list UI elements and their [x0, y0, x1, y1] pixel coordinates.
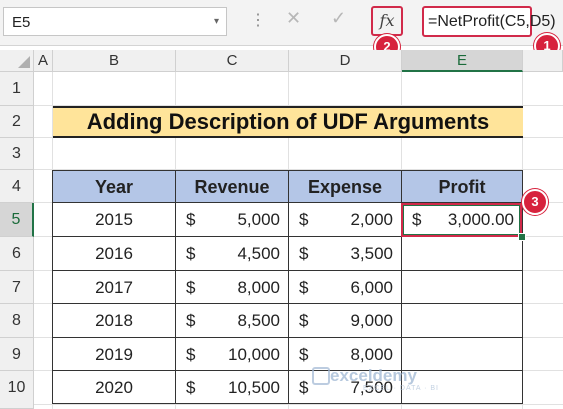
row-header-6[interactable]: 6 — [0, 237, 34, 271]
cell-revenue[interactable]: $4,500 — [176, 237, 289, 271]
row-header-5[interactable]: 5 — [0, 203, 34, 237]
row-header-10[interactable]: 10 — [0, 371, 34, 409]
header-expense[interactable]: Expense — [289, 171, 402, 203]
watermark-logo-icon — [312, 367, 330, 385]
step-badge-3: 3 — [522, 189, 548, 215]
name-box[interactable]: E5 ▾ — [3, 7, 227, 36]
header-profit[interactable]: Profit — [402, 171, 523, 203]
row-header-2[interactable]: 2 — [0, 106, 34, 138]
expense-value: 3,500 — [350, 244, 393, 263]
select-all-button[interactable] — [0, 50, 34, 72]
revenue-value: 4,500 — [237, 244, 280, 263]
revenue-value: 8,500 — [237, 311, 280, 330]
name-box-value: E5 — [12, 14, 31, 31]
revenue-value: 8,000 — [237, 278, 280, 297]
currency-symbol: $ — [299, 210, 309, 229]
cell-year[interactable]: 2018 — [53, 304, 176, 338]
row-header-3[interactable]: 3 — [0, 138, 34, 170]
column-header-b[interactable]: B — [53, 50, 176, 72]
currency-symbol: $ — [186, 345, 196, 364]
cell-revenue[interactable]: $10,500 — [176, 371, 289, 404]
currency-symbol: $ — [299, 278, 309, 297]
row-header-4[interactable]: 4 — [0, 170, 34, 203]
cell-profit[interactable] — [402, 304, 523, 338]
currency-symbol: $ — [186, 244, 196, 263]
currency-symbol: $ — [299, 378, 309, 397]
currency-symbol: $ — [299, 311, 309, 330]
cell-profit[interactable] — [402, 237, 523, 271]
cell-revenue[interactable]: $10,000 — [176, 338, 289, 371]
cell-year[interactable]: 2017 — [53, 271, 176, 304]
cell-expense[interactable]: $2,000 — [289, 203, 402, 237]
currency-symbol: $ — [299, 345, 309, 364]
active-cell-highlight — [401, 203, 522, 237]
header-revenue[interactable]: Revenue — [176, 171, 289, 203]
watermark: exceldemy — [330, 366, 417, 385]
currency-symbol: $ — [186, 378, 196, 397]
drag-handle-icon[interactable]: ⋮ — [250, 10, 266, 30]
enter-icon[interactable]: ✓ — [331, 8, 346, 29]
formula-input[interactable]: =NetProfit(C5,D5) — [422, 6, 556, 37]
insert-function-button[interactable]: fx — [371, 6, 403, 36]
expense-value: 9,000 — [350, 311, 393, 330]
watermark-tagline: EXCEL · DATA · BI — [363, 385, 439, 392]
cell-year[interactable]: 2015 — [53, 203, 176, 237]
cell-expense[interactable]: $6,000 — [289, 271, 402, 304]
cell-year[interactable]: 2019 — [53, 338, 176, 371]
cell-revenue[interactable]: $5,000 — [176, 203, 289, 237]
currency-symbol: $ — [186, 311, 196, 330]
cell-expense[interactable]: $9,000 — [289, 304, 402, 338]
revenue-value: 10,000 — [228, 345, 280, 364]
header-year[interactable]: Year — [53, 171, 176, 203]
row-header-7[interactable]: 7 — [0, 271, 34, 304]
column-header-f[interactable] — [523, 50, 563, 72]
cell-profit[interactable] — [402, 338, 523, 371]
revenue-value: 10,500 — [228, 378, 280, 397]
formula-bar: E5 ▾ ⋮ ✕ ✓ fx =NetProfit(C5,D5) — [0, 0, 563, 46]
cell-year[interactable]: 2020 — [53, 371, 176, 404]
cell-revenue[interactable]: $8,500 — [176, 304, 289, 338]
formula-text: =NetProfit(C5,D5) — [428, 13, 556, 30]
chevron-down-icon[interactable]: ▾ — [214, 16, 219, 27]
column-header-a[interactable]: A — [34, 50, 53, 72]
expense-value: 6,000 — [350, 278, 393, 297]
column-header-c[interactable]: C — [176, 50, 289, 72]
currency-symbol: $ — [299, 244, 309, 263]
cell-revenue[interactable]: $8,000 — [176, 271, 289, 304]
row-header-1[interactable]: 1 — [0, 72, 34, 106]
gridline — [34, 404, 563, 405]
revenue-value: 5,000 — [237, 210, 280, 229]
row-header-8[interactable]: 8 — [0, 304, 34, 338]
sheet-title[interactable]: Adding Description of UDF Arguments — [53, 106, 523, 138]
fill-handle[interactable] — [518, 233, 526, 241]
cell-year[interactable]: 2016 — [53, 237, 176, 271]
currency-symbol: $ — [186, 278, 196, 297]
column-header-e[interactable]: E — [402, 50, 523, 72]
expense-value: 2,000 — [350, 210, 393, 229]
column-header-d[interactable]: D — [289, 50, 402, 72]
cell-expense[interactable]: $3,500 — [289, 237, 402, 271]
currency-symbol: $ — [186, 210, 196, 229]
cancel-icon[interactable]: ✕ — [286, 8, 301, 29]
select-all-icon — [18, 56, 30, 68]
cell-profit[interactable] — [402, 271, 523, 304]
row-header-9[interactable]: 9 — [0, 338, 34, 371]
